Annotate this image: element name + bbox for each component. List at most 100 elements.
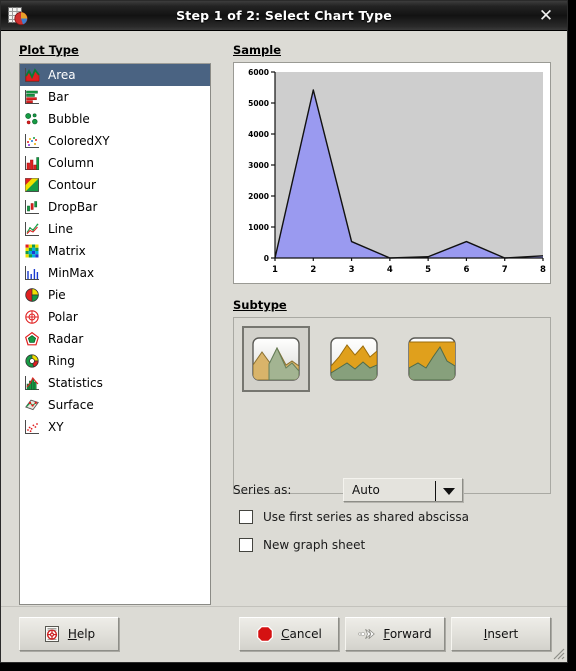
close-icon[interactable]: ✕: [535, 5, 557, 27]
subtype-label: Subtype: [233, 298, 287, 312]
chevron-down-icon: [443, 488, 455, 495]
plot-type-item-minmax[interactable]: MinMax: [20, 262, 210, 284]
dialog-body: Plot Type Area Bar Bubble ColoredXY Column Co…: [1, 31, 567, 662]
area-normal-thumbnail: [252, 337, 300, 381]
new-graph-sheet-checkbox[interactable]: [239, 538, 253, 552]
plot-type-item-label: Surface: [48, 398, 94, 412]
svg-text:4000: 4000: [248, 130, 269, 139]
subtype-options: [242, 326, 542, 392]
area-stacked-thumbnail: [330, 337, 378, 381]
plot-type-item-label: XY: [48, 420, 64, 434]
plot-type-item-area[interactable]: Area: [20, 64, 210, 86]
svg-text:3: 3: [349, 265, 355, 275]
statistics-chart-icon: [25, 376, 39, 390]
area-percent-stacked-thumbnail: [408, 337, 456, 381]
plot-type-section: Plot Type Area Bar Bubble ColoredXY Column Co…: [19, 43, 211, 605]
cancel-button-label: Cancel: [281, 627, 322, 641]
help-button[interactable]: Help: [19, 617, 119, 651]
plot-type-item-label: Radar: [48, 332, 84, 346]
plot-type-item-polar[interactable]: Polar: [20, 306, 210, 328]
plot-type-item-label: Line: [48, 222, 74, 236]
plot-type-item-statistics[interactable]: Statistics: [20, 372, 210, 394]
plot-type-item-label: Statistics: [48, 376, 103, 390]
ring-chart-icon: [25, 354, 39, 368]
subtype-option-3[interactable]: [398, 326, 466, 392]
svg-text:0: 0: [264, 254, 269, 263]
plot-type-item-label: Area: [48, 68, 76, 82]
series-as-label: Series as:: [233, 483, 292, 497]
svg-text:7: 7: [502, 265, 508, 275]
plot-type-item-label: Bubble: [48, 112, 90, 126]
plot-type-item-column[interactable]: Column: [20, 152, 210, 174]
svg-text:1: 1: [272, 265, 278, 275]
combo-separator: [435, 481, 436, 501]
insert-button[interactable]: Insert: [451, 617, 551, 651]
plot-type-item-label: Column: [48, 156, 94, 170]
minmax-chart-icon: [25, 266, 39, 280]
insert-button-label: Insert: [483, 627, 519, 641]
plot-type-item-label: MinMax: [48, 266, 95, 280]
help-button-label: Help: [67, 627, 96, 641]
forward-arrow-icon: [358, 628, 376, 640]
plot-type-item-pie[interactable]: Pie: [20, 284, 210, 306]
area-chart-icon: [25, 68, 40, 82]
plot-type-item-coloredxy[interactable]: ColoredXY: [20, 130, 210, 152]
chart-wizard-dialog: Step 1 of 2: Select Chart Type ✕ Plot Ty…: [0, 0, 568, 663]
sample-label: Sample: [233, 43, 281, 57]
area-chart-preview: 0 1000 2000 3000 4000 5000 6000 1 2 3 4 5 6 7 8: [237, 66, 547, 280]
column-chart-icon: [25, 156, 40, 170]
plot-type-item-contour[interactable]: Contour: [20, 174, 210, 196]
colored-xy-chart-icon: [25, 134, 39, 148]
plot-type-item-xy[interactable]: XY: [20, 416, 210, 438]
subtype-option-2[interactable]: [320, 326, 388, 392]
forward-button[interactable]: Forward: [345, 617, 445, 651]
sample-chart-preview: 0 1000 2000 3000 4000 5000 6000 1 2 3 4 5 6 7 8: [233, 62, 551, 284]
shared-abscissa-row[interactable]: Use first series as shared abscissa: [239, 503, 551, 531]
svg-text:2: 2: [310, 265, 316, 275]
plot-type-item-label: Contour: [48, 178, 96, 192]
title-bar: Step 1 of 2: Select Chart Type ✕: [1, 1, 567, 31]
surface-chart-icon: [25, 399, 39, 411]
shared-abscissa-checkbox[interactable]: [239, 510, 253, 524]
bubble-chart-icon: [25, 113, 38, 125]
new-graph-sheet-row[interactable]: New graph sheet: [239, 531, 551, 559]
dialog-footer: Help Cancel Forward Insert: [1, 606, 567, 662]
shared-abscissa-label: Use first series as shared abscissa: [263, 510, 469, 524]
plot-type-item-bubble[interactable]: Bubble: [20, 108, 210, 130]
dropbar-chart-icon: [25, 200, 39, 214]
polar-chart-icon: [25, 310, 39, 324]
radar-chart-icon: [25, 331, 39, 346]
svg-text:2000: 2000: [248, 192, 269, 201]
window-title: Step 1 of 2: Select Chart Type: [176, 8, 392, 23]
plot-type-item-line[interactable]: Line: [20, 218, 210, 240]
plot-type-item-bar[interactable]: Bar: [20, 86, 210, 108]
series-as-select[interactable]: Auto: [343, 478, 463, 502]
contour-chart-icon: [25, 178, 39, 192]
plot-type-item-label: Bar: [48, 90, 69, 104]
svg-text:5000: 5000: [248, 99, 269, 108]
plot-type-item-ring[interactable]: Ring: [20, 350, 210, 372]
plot-type-item-label: Polar: [48, 310, 78, 324]
plot-type-item-label: ColoredXY: [48, 134, 110, 148]
cancel-icon: [257, 625, 274, 643]
cancel-button[interactable]: Cancel: [239, 617, 339, 651]
svg-text:1000: 1000: [248, 223, 269, 232]
new-graph-sheet-label: New graph sheet: [263, 538, 366, 552]
line-chart-icon: [25, 222, 39, 236]
plot-type-list[interactable]: Area Bar Bubble ColoredXY Column Contour DropB…: [19, 63, 211, 605]
subtype-option-1[interactable]: [242, 326, 310, 392]
options-section: Series as: Auto Use first series as shar…: [233, 471, 551, 559]
resize-grip-icon[interactable]: [551, 646, 565, 660]
svg-text:3000: 3000: [248, 161, 269, 170]
preview-section: Sample 0 1000 2000 3000 4000 5000 6000 1 2 3 4 5 6 7 8…: [233, 43, 551, 494]
svg-text:6: 6: [463, 265, 469, 275]
xy-chart-icon: [25, 420, 39, 434]
plot-type-item-matrix[interactable]: Matrix: [20, 240, 210, 262]
plot-type-item-radar[interactable]: Radar: [20, 328, 210, 350]
series-as-value: Auto: [352, 483, 380, 497]
subtype-panel: [233, 317, 551, 494]
plot-type-item-dropbar[interactable]: DropBar: [20, 196, 210, 218]
forward-button-label: Forward: [383, 627, 432, 641]
plot-type-item-surface[interactable]: Surface: [20, 394, 210, 416]
svg-text:5: 5: [425, 265, 431, 275]
